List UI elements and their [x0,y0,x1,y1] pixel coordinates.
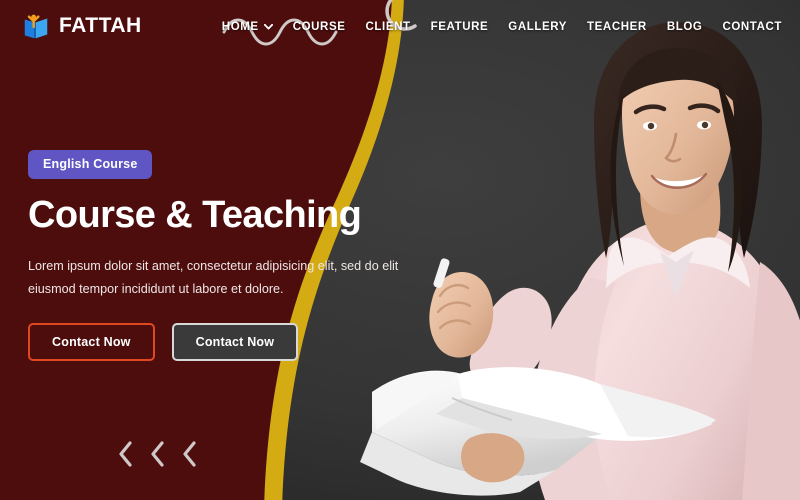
nav-item-client[interactable]: CLIENT [366,21,411,33]
hero-description: Lorem ipsum dolor sit amet, consectetur … [28,258,399,297]
hero-button-row: Contact Now Contact Now [28,323,428,362]
open-book-with-person-icon [21,11,51,41]
nav-item-feature[interactable]: FEATURE [431,21,489,33]
nav-item-gallery[interactable]: GALLERY [508,21,567,33]
chevron-down-icon [263,21,273,33]
category-badge[interactable]: English Course [28,150,153,179]
nav-item-blog[interactable]: BLOG [667,21,703,33]
hero-banner: FATTAH HOME COURSE CLIENT FEATURE GALLER… [0,0,800,500]
contact-now-solid-button[interactable]: Contact Now [171,323,299,362]
hero-content: English Course Course & Teaching Lorem i… [28,150,428,362]
chevron-left-icon-3[interactable] [182,441,198,472]
brand-name: FATTAH [59,14,142,37]
chevron-left-icon[interactable] [118,441,134,472]
nav-item-teacher[interactable]: TEACHER [587,21,647,33]
main-nav: HOME COURSE CLIENT FEATURE GALLERY TEACH… [222,19,782,33]
chevron-left-icon-2[interactable] [150,441,166,472]
nav-item-contact[interactable]: CONTACT [722,21,782,33]
slider-arrow-group [118,441,198,472]
nav-item-home[interactable]: HOME [222,21,273,33]
nav-item-label: HOME [221,21,259,33]
top-navigation-bar: FATTAH HOME COURSE CLIENT FEATURE GALLER… [0,0,800,52]
page-title: Course & Teaching [28,194,362,236]
brand-logo-group[interactable]: FATTAH [21,11,142,41]
contact-now-outline-button[interactable]: Contact Now [28,323,155,362]
nav-item-course[interactable]: COURSE [293,21,346,33]
